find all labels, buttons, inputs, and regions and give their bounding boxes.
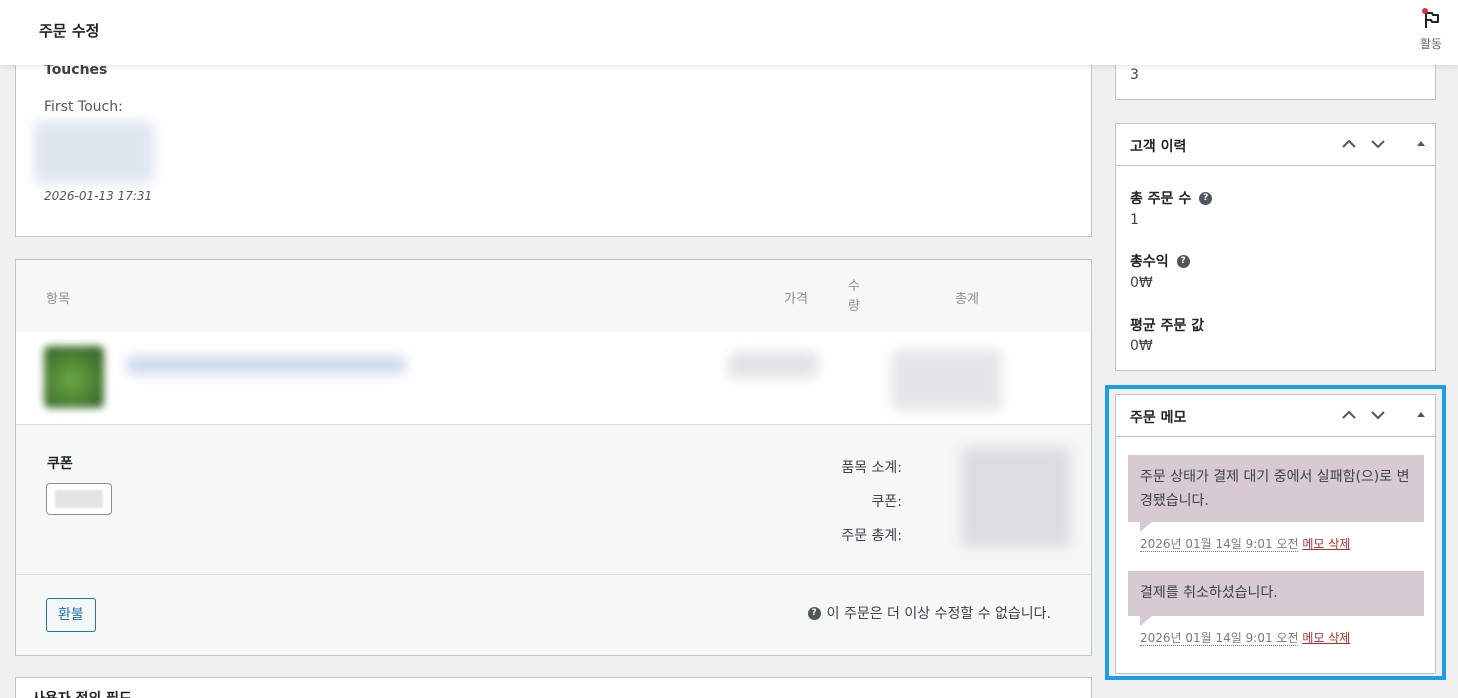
- note-tail: [1140, 522, 1152, 532]
- totals-section: 쿠폰 품목 소계: 쿠폰: 주문 총계:: [16, 425, 1091, 575]
- no-edit-notice: ? 이 주문은 더 이상 수정할 수 없습니다.: [807, 603, 1051, 623]
- help-icon: ?: [807, 606, 821, 620]
- col-price: 가격: [784, 292, 808, 307]
- top-bar: 주문 수정 활동: [0, 0, 1458, 65]
- redacted-touch-info: [34, 121, 154, 183]
- avg-order-label: 평균 주문 값: [1130, 318, 1205, 334]
- custom-fields-panel: 사용자 정의 필드: [15, 677, 1092, 698]
- touches-panel: Touches First Touch: 2026-01-13 17:31: [15, 40, 1092, 237]
- move-up-icon[interactable]: [1341, 407, 1357, 428]
- items-footer: 환불 ? 이 주문은 더 이상 수정할 수 없습니다.: [16, 575, 1091, 655]
- page-title: 주문 수정: [39, 22, 100, 40]
- customer-history-panel: 고객 이력 총 주문 수 ? 1 총수익 ? 0₩ 평균 주문 값 0₩: [1115, 123, 1436, 371]
- note-meta: 2026년 01월 14일 9:01 오전 메모 삭제: [1140, 535, 1350, 552]
- items-table-header: 항목 가격 수량 총계: [16, 260, 1091, 332]
- note-tail: [1140, 616, 1152, 626]
- collapse-icon[interactable]: [1416, 136, 1426, 157]
- activity-button[interactable]: 활동: [1416, 8, 1446, 52]
- touch-date: 2026-01-13 17:31: [44, 189, 153, 203]
- custom-fields-heading: 사용자 정의 필드: [32, 688, 132, 698]
- line-item-row: [16, 332, 1091, 425]
- flag-icon: [1420, 8, 1442, 30]
- redacted-totals: [961, 447, 1071, 547]
- product-price: [728, 352, 818, 378]
- product-total: [891, 350, 1001, 410]
- note-meta: 2026년 01월 14일 9:01 오전 메모 삭제: [1140, 629, 1350, 646]
- order-total-label: 주문 총계:: [841, 528, 902, 544]
- note-content: 주문 상태가 결제 대기 중에서 실패함(으)로 변경됐습니다.: [1128, 455, 1424, 522]
- help-icon[interactable]: ?: [1176, 254, 1190, 268]
- col-item: 항목: [46, 292, 70, 307]
- sidebar-top-value: 3: [1130, 67, 1139, 83]
- col-total: 총계: [955, 292, 979, 307]
- customer-history-title: 고객 이력: [1130, 139, 1187, 155]
- total-orders-label: 총 주문 수 ?: [1130, 188, 1213, 208]
- coupon-chip[interactable]: [46, 483, 112, 515]
- customer-history-header: 고객 이력: [1116, 124, 1435, 166]
- note-content: 결제를 취소하셨습니다.: [1128, 571, 1424, 616]
- collapse-icon[interactable]: [1416, 407, 1426, 428]
- note-timestamp: 2026년 01월 14일 9:01 오전: [1140, 631, 1299, 646]
- col-qty: 수량: [848, 279, 860, 314]
- move-up-icon[interactable]: [1341, 136, 1357, 157]
- order-notes-title: 주문 메모: [1130, 410, 1187, 426]
- order-items-panel: 항목 가격 수량 총계 쿠폰 품목 소계: 쿠폰: 주문 총계: 환불 ? 이 …: [15, 259, 1092, 656]
- help-icon[interactable]: ?: [1199, 191, 1213, 205]
- coupon-heading: 쿠폰: [47, 456, 73, 472]
- first-touch-label: First Touch:: [44, 99, 123, 115]
- total-revenue-value: 0₩: [1130, 275, 1153, 291]
- avg-order-value: 0₩: [1130, 338, 1153, 354]
- move-down-icon[interactable]: [1370, 407, 1386, 428]
- subtotal-label: 품목 소계:: [841, 460, 902, 476]
- delete-note-link[interactable]: 메모 삭제: [1302, 631, 1350, 645]
- delete-note-link[interactable]: 메모 삭제: [1302, 537, 1350, 551]
- coupon-total-label: 쿠폰:: [871, 494, 902, 510]
- product-thumbnail: [44, 346, 104, 408]
- no-edit-text: 이 주문은 더 이상 수정할 수 없습니다.: [826, 606, 1051, 622]
- move-down-icon[interactable]: [1370, 136, 1386, 157]
- activity-label: 활동: [1419, 37, 1443, 51]
- note-timestamp: 2026년 01월 14일 9:01 오전: [1140, 537, 1299, 552]
- order-notes-panel: 주문 메모 주문 상태가 결제 대기 중에서 실패함(으)로 변경됐습니다. 2…: [1115, 394, 1436, 674]
- notification-dot: [1422, 8, 1428, 14]
- total-revenue-label: 총수익 ?: [1130, 251, 1190, 271]
- total-orders-value: 1: [1130, 212, 1139, 228]
- order-notes-header: 주문 메모: [1116, 395, 1435, 437]
- product-name-link[interactable]: [126, 356, 406, 374]
- refund-button[interactable]: 환불: [46, 598, 96, 632]
